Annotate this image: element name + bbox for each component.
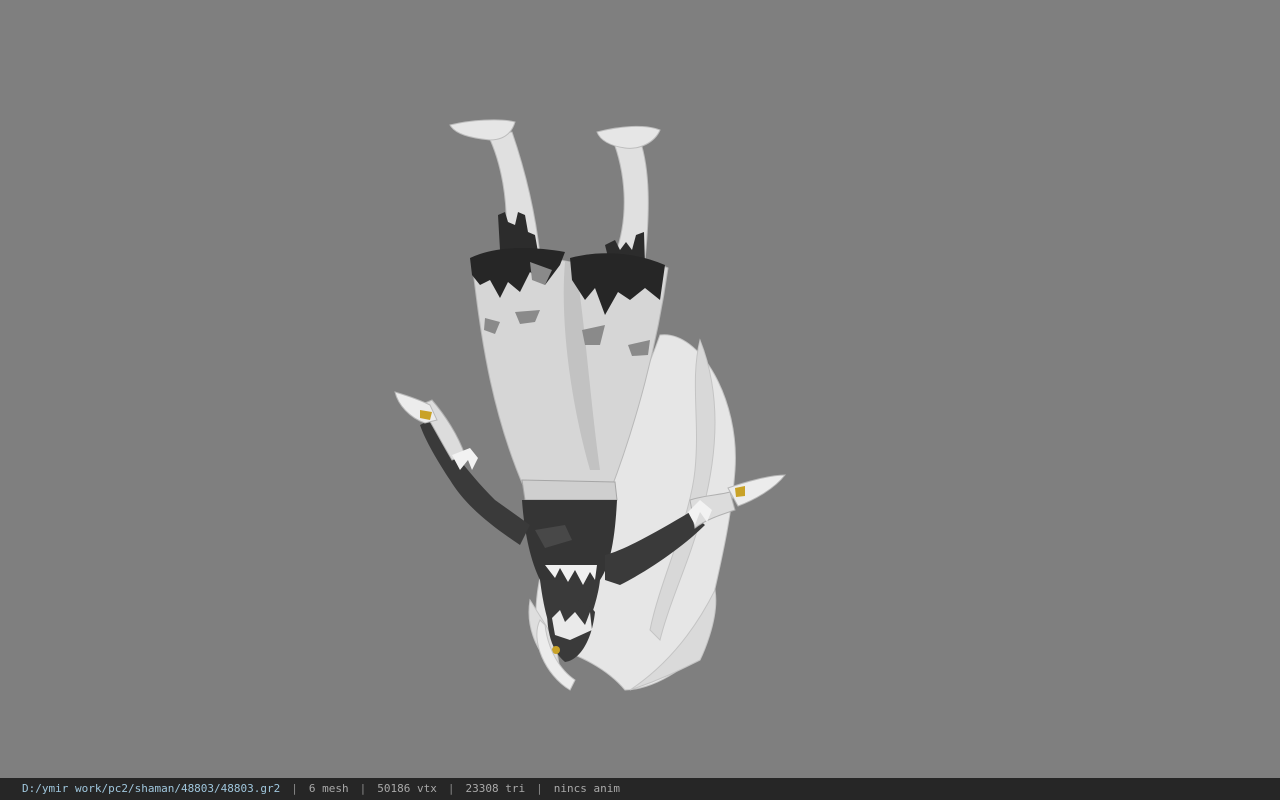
status-separator: | [447,782,455,795]
status-bar: D:/ymir work/pc2/shaman/48803/48803.gr2 … [0,778,1280,800]
status-separator: | [291,782,298,795]
triangle-count: 23308 tri [465,782,526,795]
character-model [394,119,787,691]
status-separator: | [536,782,543,795]
3d-viewport[interactable] [0,0,1280,778]
vertex-count: 50186 vtx [377,782,437,795]
file-path: D:/ymir work/pc2/shaman/48803/48803.gr2 [22,782,281,795]
status-separator: | [359,782,367,795]
mesh-count: 6 mesh [308,782,349,795]
animation-status: nincs anim [553,782,620,795]
